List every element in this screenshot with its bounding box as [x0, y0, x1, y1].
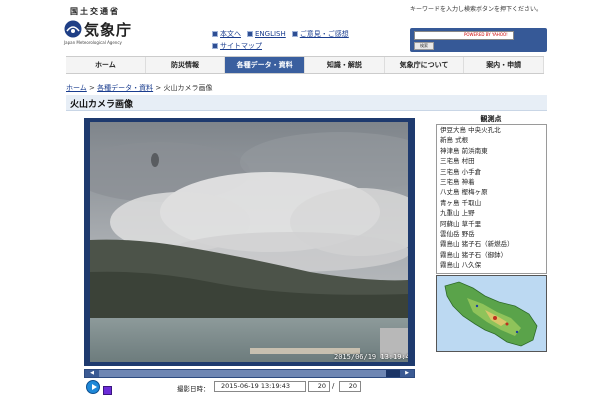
jma-logo[interactable]: 国土交通省 気象庁 Japan Meteorological Agency	[64, 6, 144, 50]
search-button[interactable]: 検索	[414, 42, 434, 50]
scroll-thumb[interactable]	[386, 370, 400, 377]
station-item[interactable]: 青ヶ島 千取山	[437, 198, 546, 208]
stop-button[interactable]	[103, 386, 112, 395]
station-item[interactable]: 三宅島 神着	[437, 177, 546, 187]
station-item[interactable]: 伊豆大島 中央火孔北	[437, 125, 546, 135]
link-opinions[interactable]: ご意見・ご感想	[291, 29, 349, 39]
nav-disaster-info[interactable]: 防災情報	[146, 57, 226, 73]
stations-heading: 観測点	[480, 115, 502, 123]
camera-scene	[90, 122, 408, 362]
link-sitemap[interactable]: サイトマップ	[212, 41, 262, 51]
nav-home[interactable]: ホーム	[66, 57, 146, 73]
stations-list[interactable]: 伊豆大島 中央火孔北 新島 式根 神津島 前浜南東 三宅島 村田 三宅島 小手倉…	[436, 124, 547, 274]
bullet-square-icon	[291, 31, 298, 37]
volcano-camera-image: 2015/06/19 13:19:43	[90, 122, 408, 362]
station-item[interactable]: 三宅島 小手倉	[437, 167, 546, 177]
breadcrumb-current: 火山カメラ画像	[163, 84, 213, 92]
station-item[interactable]: 阿蘇山 草千里	[437, 219, 546, 229]
breadcrumb-data[interactable]: 各種データ・資料	[97, 84, 153, 92]
breadcrumb-separator: >	[86, 84, 98, 92]
camera-timestamp: 2015/06/19 13:19:43	[334, 353, 408, 361]
jma-emblem-icon	[64, 20, 82, 38]
frame-separator: /	[332, 382, 335, 390]
scroll-right-icon[interactable]: ▶	[400, 370, 414, 377]
bullet-square-icon	[212, 43, 218, 49]
main-nav: ホーム 防災情報 各種データ・資料 知識・解説 気象庁について 案内・申請	[66, 56, 545, 74]
frame-current-field[interactable]: 20	[308, 381, 330, 392]
site-search: キーワードを入力し検索ボタンを押下ください。 POWERED BY YAHOO!…	[410, 6, 550, 54]
agency-english-name: Japan Meteorological Agency	[64, 40, 122, 45]
play-button[interactable]	[86, 380, 100, 394]
camera-viewer: 2015/06/19 13:19:43	[84, 118, 415, 366]
station-item[interactable]: 九重山 上野	[437, 208, 546, 218]
link-english[interactable]: ENGLISH	[247, 29, 286, 39]
island-map-graphic	[437, 276, 546, 351]
link-main-text[interactable]: 本文へ	[212, 29, 241, 39]
station-item[interactable]: 神津島 前浜南東	[437, 146, 546, 156]
bullet-square-icon	[212, 31, 218, 37]
station-item[interactable]: 霧島山 八久保	[437, 260, 546, 270]
search-powered-by: POWERED BY YAHOO!	[464, 32, 508, 37]
station-item[interactable]: 新島 式根	[437, 135, 546, 145]
breadcrumb-home[interactable]: ホーム	[66, 84, 87, 92]
station-item[interactable]: 霧島山 猪子石（新燃岳）	[437, 239, 546, 249]
breadcrumb-separator: >	[153, 84, 164, 92]
search-instruction: キーワードを入力し検索ボタンを押下ください。	[410, 6, 543, 13]
frame-scrollbar[interactable]: ◀ ▶	[84, 369, 415, 378]
nav-knowledge[interactable]: 知識・解説	[305, 57, 385, 73]
ministry-name: 国土交通省	[70, 7, 120, 16]
site-header: 国土交通省 気象庁 Japan Meteorological Agency 本文…	[0, 0, 610, 56]
capture-time-label: 撮影日時：	[177, 385, 210, 393]
bullet-square-icon	[247, 31, 253, 37]
station-item[interactable]: 霧島山 猪子石（御鉢）	[437, 250, 546, 260]
station-item[interactable]: 三宅島 村田	[437, 156, 546, 166]
agency-name: 気象庁	[84, 21, 133, 39]
station-item[interactable]: 雲仙岳 野岳	[437, 229, 546, 239]
frame-total-field: 20	[339, 381, 361, 392]
nav-about[interactable]: 気象庁について	[385, 57, 465, 73]
header-links: 本文へ ENGLISH ご意見・ご感想 サイトマップ	[212, 29, 402, 53]
search-panel: POWERED BY YAHOO! 検索	[410, 28, 547, 52]
capture-time-field[interactable]: 2015-06-19 13:19:43	[214, 381, 306, 392]
nav-data[interactable]: 各種データ・資料	[225, 57, 306, 73]
page-title-bar: 火山カメラ画像	[66, 95, 547, 111]
island-map[interactable]	[436, 275, 547, 352]
playback-controls: 撮影日時： 2015-06-19 13:19:43 20 / 20	[84, 378, 415, 398]
nav-guidance[interactable]: 案内・申請	[464, 57, 545, 73]
scroll-left-icon[interactable]: ◀	[85, 370, 99, 377]
station-item[interactable]: 八丈島 樫梅ヶ原	[437, 187, 546, 197]
page-title: 火山カメラ画像	[70, 100, 134, 110]
breadcrumb: ホーム > 各種データ・資料 > 火山カメラ画像	[66, 83, 212, 93]
